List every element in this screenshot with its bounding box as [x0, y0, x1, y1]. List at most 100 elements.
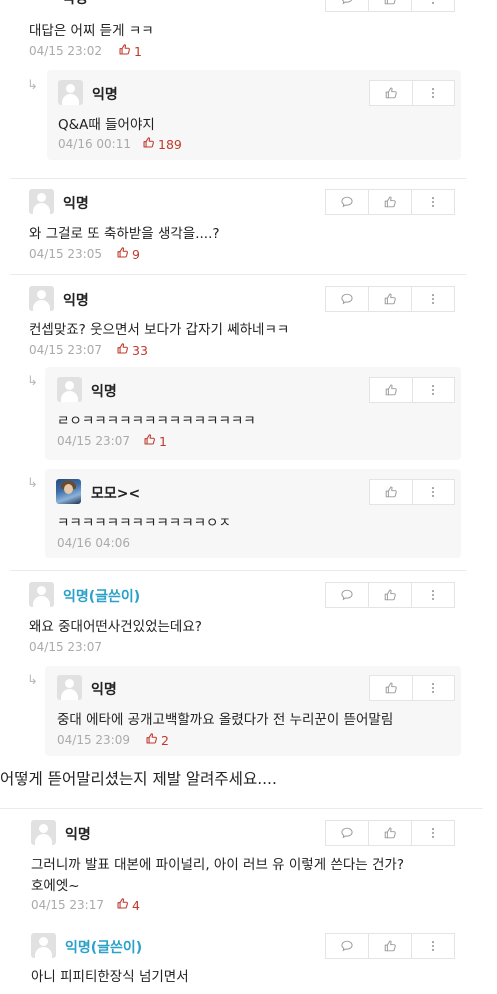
- like-button[interactable]: [368, 821, 411, 845]
- like-button[interactable]: [368, 0, 411, 11]
- like-button[interactable]: [370, 81, 412, 105]
- more-vertical-icon: [426, 292, 440, 306]
- thumbs-up-icon: [384, 383, 398, 397]
- more-button[interactable]: [411, 583, 454, 607]
- more-vertical-icon: [426, 681, 440, 695]
- reply-button[interactable]: [326, 287, 368, 311]
- more-button[interactable]: [411, 287, 454, 311]
- comment-time: 04/15 23:07: [29, 640, 102, 654]
- avatar: [31, 820, 56, 845]
- reply-button[interactable]: [326, 934, 368, 958]
- thumbs-up-icon: [383, 0, 397, 6]
- comment-actions: [325, 189, 455, 215]
- more-button[interactable]: [411, 378, 455, 402]
- avatar: [56, 479, 81, 504]
- speech-bubble-icon: [340, 292, 354, 306]
- reply-arrow-icon: ↳: [27, 476, 38, 491]
- comment-actions: [325, 582, 455, 608]
- like-count: 33: [116, 342, 148, 358]
- more-button[interactable]: [411, 190, 454, 214]
- avatar: [29, 286, 54, 311]
- thumbs-up-icon: [145, 732, 158, 745]
- like-button[interactable]: [370, 480, 412, 504]
- comment-time: 04/15 23:07: [29, 343, 102, 357]
- more-button[interactable]: [411, 81, 455, 105]
- comment-text: 아니 피피티한장식 넘기면서: [31, 969, 189, 985]
- reply-button[interactable]: [326, 0, 368, 11]
- author-name: 익명: [91, 682, 117, 698]
- more-button[interactable]: [411, 0, 454, 11]
- more-button[interactable]: [411, 480, 455, 504]
- thumbs-up-icon: [383, 292, 397, 306]
- comment-actions: [325, 0, 455, 12]
- more-vertical-icon: [426, 485, 440, 499]
- comment-text: 대답은 어찌 듣게 ㅋㅋ: [29, 23, 154, 39]
- thumbs-up-icon: [116, 246, 129, 259]
- avatar: [57, 377, 82, 402]
- reply-arrow-icon: ↳: [27, 78, 38, 93]
- like-count: 2: [145, 732, 169, 748]
- comment-text: 중대 에타에 공개고백할까요 올렸다가 전 누리꾼이 뜯어말림: [57, 712, 394, 728]
- reply-arrow-icon: ↳: [27, 673, 38, 688]
- comment-actions: [325, 933, 455, 959]
- comment-text: 와 그걸로 또 축하받을 생각을....?: [29, 226, 220, 242]
- author-name: 익명: [63, 196, 89, 212]
- like-button[interactable]: [370, 378, 412, 402]
- thumbs-up-icon: [118, 43, 131, 56]
- like-button[interactable]: [370, 676, 412, 700]
- speech-bubble-icon: [340, 826, 354, 840]
- more-button[interactable]: [411, 676, 455, 700]
- comment-actions: [325, 820, 455, 846]
- comment-text: 왜요 중대어떤사건있었는데요?: [29, 619, 202, 635]
- comment-text: 그러니까 발표 대본에 파이널리, 아이 러브 유 이렇게 쓴다는 건가?: [31, 857, 404, 873]
- more-vertical-icon: [426, 195, 440, 209]
- avatar: [58, 80, 83, 105]
- more-vertical-icon: [426, 826, 440, 840]
- comment-time: 04/15 23:05: [29, 247, 102, 261]
- comment-actions: [369, 675, 455, 701]
- more-button[interactable]: [411, 821, 454, 845]
- comment-time: 04/15 23:02: [29, 44, 102, 58]
- comment-time: 04/15 23:09: [57, 733, 130, 747]
- comment-time: 04/16 00:11: [58, 137, 131, 151]
- divider: [0, 808, 483, 809]
- comment-text: ㄹㅇㅋㅋㅋㅋㅋㅋㅋㅋㅋㅋㅋㅋㅋㅋ: [57, 413, 256, 429]
- more-button[interactable]: [411, 934, 454, 958]
- reply-button[interactable]: [326, 583, 368, 607]
- author-name: 익명: [63, 293, 89, 309]
- comment-actions: [369, 377, 455, 403]
- like-count: 1: [118, 43, 142, 59]
- more-vertical-icon: [426, 86, 440, 100]
- thumbs-up-icon: [143, 433, 156, 446]
- reply-arrow-icon: ↳: [27, 374, 38, 389]
- author-name: 익명(글쓴이): [63, 589, 141, 605]
- reply-button[interactable]: [326, 821, 368, 845]
- speech-bubble-icon: [340, 588, 354, 602]
- more-vertical-icon: [426, 0, 440, 6]
- comment-actions: [369, 479, 455, 505]
- divider: [10, 274, 467, 275]
- like-button[interactable]: [368, 934, 411, 958]
- comment-text: Q&A때 들어야지: [58, 117, 155, 133]
- thumbs-up-icon: [383, 195, 397, 209]
- more-vertical-icon: [426, 939, 440, 953]
- thumbs-up-icon: [116, 342, 129, 355]
- avatar: [31, 933, 56, 958]
- like-button[interactable]: [368, 583, 411, 607]
- comment-text: ㅋㅋㅋㅋㅋㅋㅋㅋㅋㅋㅋㅋㅇㅈ: [57, 515, 231, 531]
- like-button[interactable]: [368, 287, 411, 311]
- thumbs-up-icon: [116, 897, 129, 910]
- author-name: 익명: [65, 827, 91, 843]
- comment-actions: [325, 286, 455, 312]
- divider: [10, 570, 467, 571]
- thumbs-up-icon: [142, 136, 155, 149]
- like-count: 189: [142, 136, 182, 152]
- reply-button[interactable]: [326, 190, 368, 214]
- like-count: 4: [116, 897, 140, 913]
- like-button[interactable]: [368, 190, 411, 214]
- comment-text: 컨셉맞죠? 웃으면서 보다가 갑자기 쎄하네ㅋㅋ: [29, 322, 290, 338]
- speech-bubble-icon: [340, 195, 354, 209]
- thumbs-up-icon: [383, 588, 397, 602]
- thumbs-up-icon: [384, 681, 398, 695]
- comment-text-line2: 호에엣~: [31, 878, 80, 894]
